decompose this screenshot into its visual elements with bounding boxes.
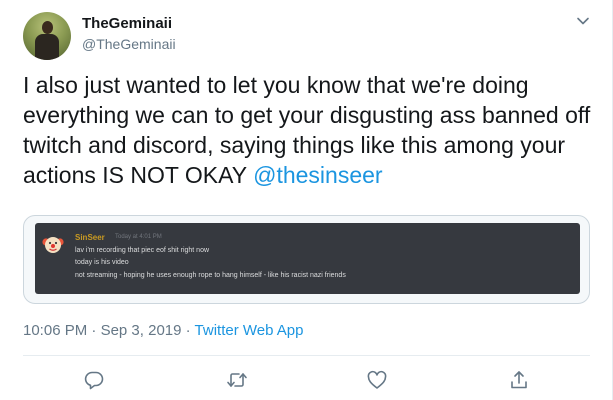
discord-username: SinSeer [75, 233, 105, 242]
share-icon[interactable] [508, 369, 530, 391]
discord-message: not streaming - hoping he uses enough ro… [75, 272, 346, 279]
discord-timestamp: Today at 4:01 PM [115, 234, 162, 240]
tweet-text: I also just wanted to let you know that … [23, 70, 598, 190]
tweet-card: TheGeminaii @TheGeminaii I also just wan… [0, 0, 613, 400]
user-handle[interactable]: @TheGeminaii [82, 36, 176, 52]
tweet-date[interactable]: Sep 3, 2019 [101, 322, 182, 339]
divider [23, 355, 590, 356]
clown-avatar-icon [42, 237, 64, 253]
chevron-down-icon[interactable] [576, 14, 590, 28]
display-name[interactable]: TheGeminaii [82, 15, 172, 32]
mention-link[interactable]: @thesinseer [253, 162, 382, 188]
tweet-time[interactable]: 10:06 PM [23, 322, 87, 339]
avatar[interactable] [23, 12, 71, 60]
discord-screenshot: SinSeer Today at 4:01 PM lav i'm recordi… [35, 223, 580, 294]
tweet-metadata: 10:06 PM · Sep 3, 2019 · Twitter Web App [23, 322, 304, 339]
avatar-head [42, 21, 53, 34]
heart-icon[interactable] [366, 369, 388, 391]
retweet-icon[interactable] [226, 369, 248, 391]
reply-icon[interactable] [83, 369, 105, 391]
discord-message: lav i'm recording that piec eof shit rig… [75, 247, 210, 254]
discord-message: today is his video [75, 259, 129, 266]
tweet-image[interactable]: SinSeer Today at 4:01 PM lav i'm recordi… [23, 215, 590, 304]
tweet-source[interactable]: Twitter Web App [195, 322, 304, 339]
avatar-body [35, 34, 59, 60]
